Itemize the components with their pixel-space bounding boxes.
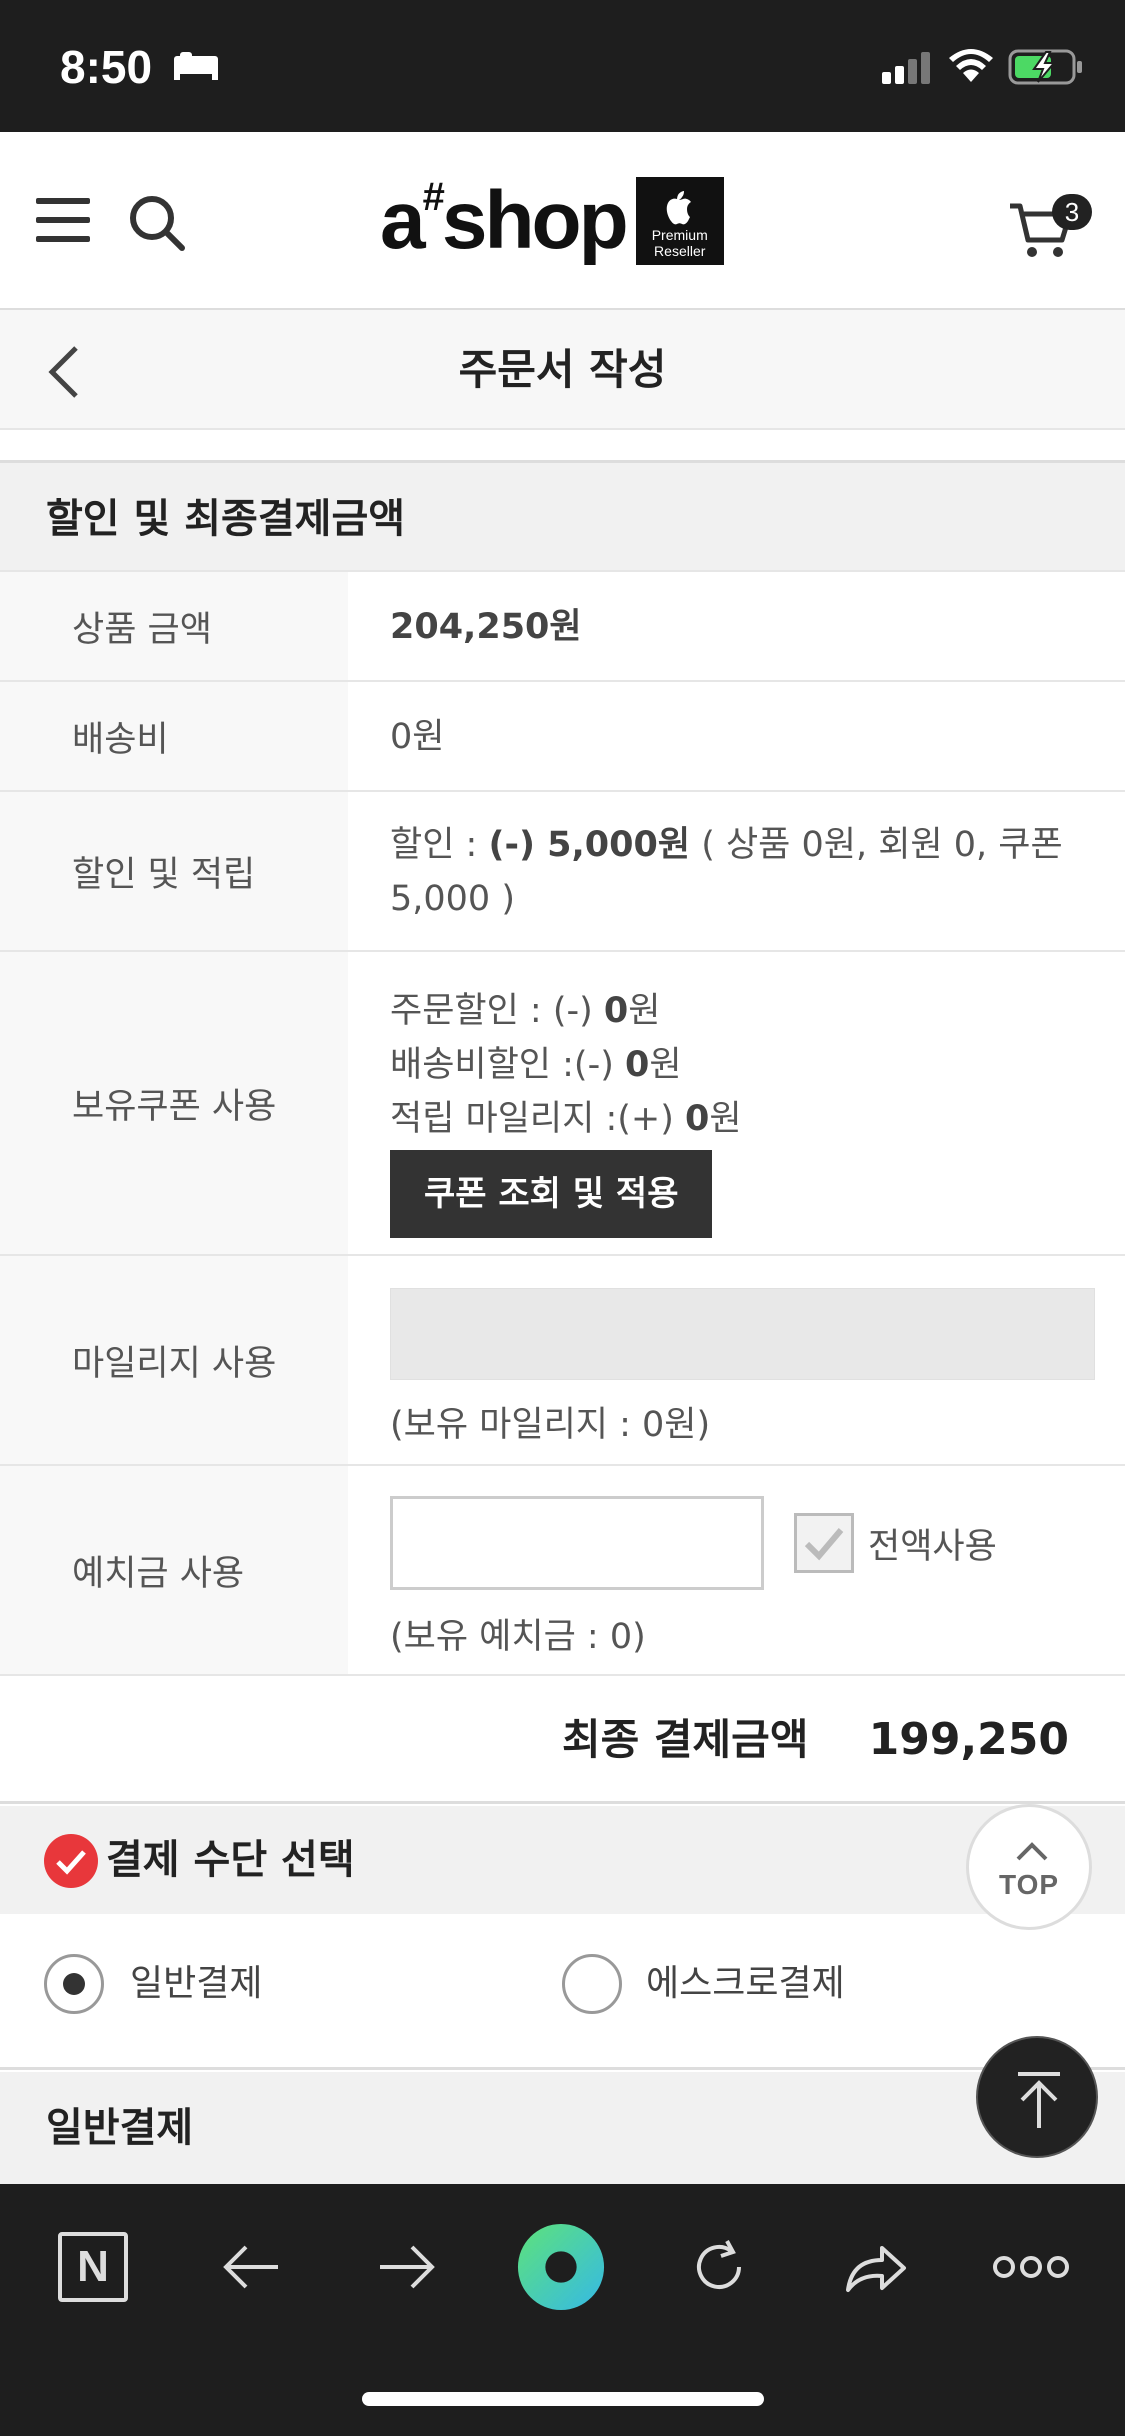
- checkmark-icon: [804, 1528, 844, 1561]
- arrow-up-to-top-icon: [1018, 2072, 1060, 2128]
- discount-section-heading: 할인 및 최종결제금액: [0, 460, 1125, 572]
- cellular-signal-icon: [882, 50, 934, 88]
- naver-n-icon: N: [58, 2232, 128, 2302]
- naver-home-button[interactable]: N: [48, 2222, 138, 2312]
- battery-charging-icon: [1008, 48, 1084, 90]
- more-options-icon[interactable]: [986, 2222, 1076, 2312]
- shipping-fee-value: 0원: [390, 717, 445, 757]
- row-label: 배송비: [0, 682, 348, 790]
- coupon-apply-button[interactable]: 쿠폰 조회 및 적용: [390, 1150, 713, 1238]
- section-title: 할인 및 최종결제금액: [46, 496, 406, 542]
- general-payment-label[interactable]: 일반결제: [130, 1954, 262, 2014]
- use-all-deposit-checkbox[interactable]: [794, 1513, 854, 1573]
- search-icon[interactable]: [128, 194, 186, 256]
- hamburger-menu-icon[interactable]: [36, 198, 90, 246]
- status-bar: 8:50: [0, 0, 1125, 132]
- wifi-icon: [948, 48, 994, 88]
- shipping-discount-line: 배송비할인 :(-) 0원: [390, 1045, 682, 1085]
- scroll-to-top-button[interactable]: [976, 2036, 1098, 2158]
- final-total-label: 최종 결제금액: [562, 1715, 809, 1764]
- general-payment-radio[interactable]: [44, 1954, 104, 2014]
- back-chevron-icon[interactable]: [44, 344, 84, 404]
- section-title: 일반결제: [46, 2105, 194, 2151]
- refresh-icon[interactable]: [674, 2222, 764, 2312]
- status-time: 8:50: [60, 41, 153, 93]
- forward-arrow-icon[interactable]: [362, 2222, 452, 2312]
- top-button-label: TOP: [998, 1869, 1060, 1900]
- payment-method-heading: 결제 수단 선택: [0, 1806, 1125, 1914]
- final-total-value: 199,250: [868, 1714, 1069, 1765]
- row-label: 마일리지 사용: [0, 1256, 348, 1464]
- row-label: 보유쿠폰 사용: [0, 952, 348, 1254]
- green-circle-icon: [517, 2223, 605, 2311]
- sleep-mode-icon: [172, 50, 220, 86]
- back-arrow-icon[interactable]: [206, 2222, 296, 2312]
- row-label: 상품 금액: [0, 572, 348, 680]
- site-logo[interactable]: a#shop Premium Reseller: [380, 174, 724, 266]
- discount-amount: (-) 5,000원: [488, 825, 691, 865]
- mileage-row: 마일리지 사용 (보유 마일리지 : 0원): [0, 1256, 1125, 1466]
- top-button[interactable]: TOP: [966, 1804, 1092, 1930]
- deposit-input[interactable]: [390, 1496, 764, 1590]
- row-label: 할인 및 적립: [0, 792, 348, 950]
- deposit-balance-note: (보유 예치금 : 0): [390, 1617, 646, 1657]
- coupon-row: 보유쿠폰 사용 주문할인 : (-) 0원 배송비할인 :(-) 0원 적립 마…: [0, 952, 1125, 1256]
- share-arrow-icon[interactable]: [830, 2222, 920, 2312]
- product-amount-value: 204,250원: [390, 607, 582, 647]
- green-dot-home-button[interactable]: [516, 2222, 606, 2312]
- payment-options: 일반결제 에스크로결제: [0, 1914, 1125, 2070]
- product-amount-row: 상품 금액 204,250원: [0, 572, 1125, 682]
- page-title: 주문서 작성: [458, 345, 667, 394]
- use-all-deposit-label: 전액사용: [868, 1526, 997, 1567]
- section-title: 결제 수단 선택: [106, 1837, 355, 1883]
- final-total-row: 최종 결제금액 199,250: [0, 1676, 1125, 1804]
- escrow-payment-radio[interactable]: [562, 1954, 622, 2014]
- logo-text: a#shop: [380, 174, 629, 266]
- cart-count-badge: 3: [1052, 194, 1092, 230]
- mileage-input[interactable]: [390, 1288, 1095, 1380]
- home-indicator: [362, 2392, 764, 2406]
- mileage-balance-note: (보유 마일리지 : 0원): [390, 1405, 711, 1445]
- site-header: a#shop Premium Reseller 3: [0, 132, 1125, 310]
- red-check-circle-icon: [44, 1834, 98, 1892]
- order-discount-line: 주문할인 : (-) 0원: [390, 991, 661, 1031]
- page-title-bar: 주문서 작성: [0, 310, 1125, 430]
- escrow-payment-label[interactable]: 에스크로결제: [646, 1954, 845, 2014]
- earned-mileage-line: 적립 마일리지 :(+) 0원: [390, 1099, 742, 1139]
- cart-button[interactable]: 3: [1008, 194, 1092, 258]
- discount-row: 할인 및 적립 할인 : (-) 5,000원 ( 상품 0원, 회원 0, 쿠…: [0, 792, 1125, 952]
- general-payment-heading: 일반결제: [0, 2072, 1125, 2184]
- row-label: 예치금 사용: [0, 1466, 348, 1674]
- deposit-row: 예치금 사용 전액사용 (보유 예치금 : 0): [0, 1466, 1125, 1676]
- apple-logo-icon: [666, 191, 691, 225]
- shipping-fee-row: 배송비 0원: [0, 682, 1125, 792]
- chevron-up-icon: [1016, 1842, 1048, 1861]
- premium-reseller-badge: Premium Reseller: [635, 177, 724, 265]
